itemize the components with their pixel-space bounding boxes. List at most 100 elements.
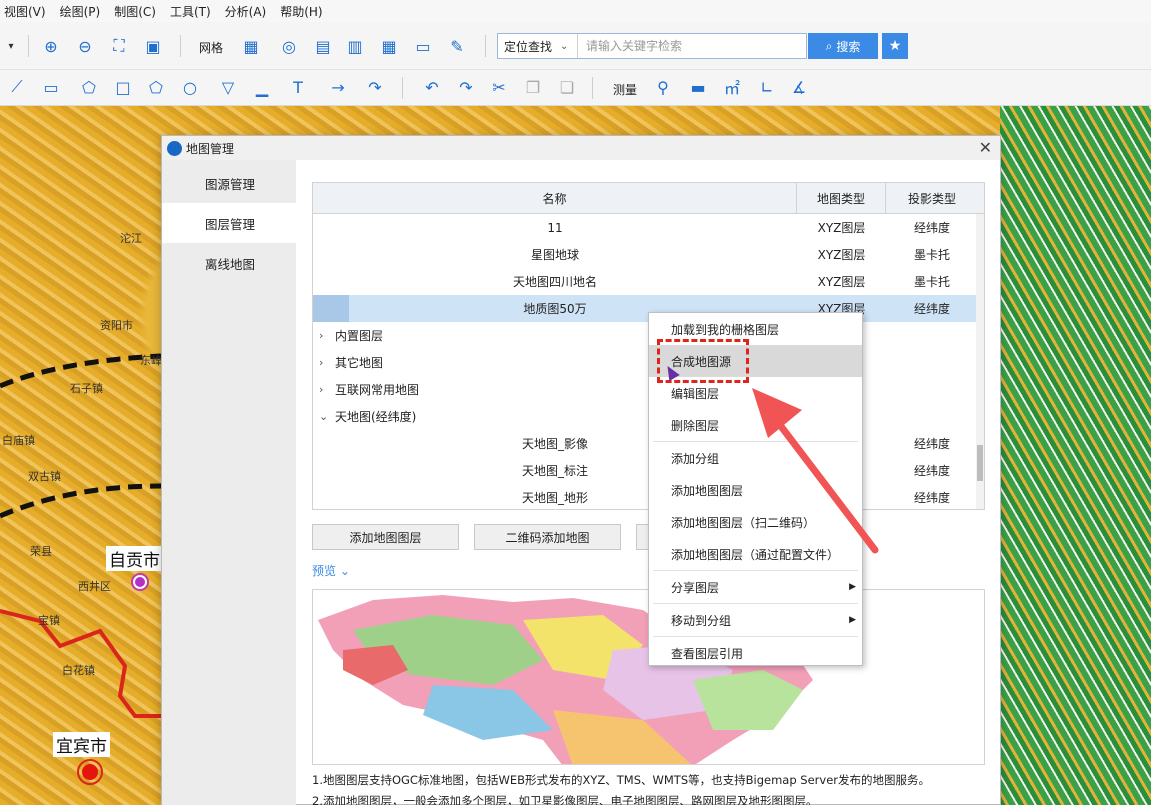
- app-logo-icon: [167, 141, 182, 156]
- search-input[interactable]: [578, 34, 806, 58]
- menu-item-view-references[interactable]: 查看图层引用: [649, 637, 862, 669]
- full-extent-icon[interactable]: ▣: [142, 35, 164, 57]
- main-toolbar: ▾ ⊕ ⊖ ⛶ ▣ 网格 ▦ ◎ ▤ ▥ ▦ ▭ ✎ 定位查找 ⌄ ⌕ 搜索 ★: [0, 22, 1151, 70]
- map-label: 沱江: [120, 232, 142, 245]
- menu-item-share-layer[interactable]: 分享图层 ▶: [649, 571, 862, 603]
- sidebar-item-source[interactable]: 图源管理: [162, 163, 296, 203]
- undo-icon[interactable]: ↶: [421, 76, 443, 98]
- fit-extent-icon[interactable]: ⛶: [108, 35, 130, 57]
- search-bar: 定位查找 ⌄: [497, 33, 807, 59]
- bearing-icon[interactable]: ∡: [788, 76, 810, 98]
- area-icon[interactable]: ㎡: [721, 76, 743, 98]
- menu-tools[interactable]: 工具(T): [170, 3, 211, 20]
- pentagon-icon[interactable]: ⬠: [145, 76, 167, 98]
- menu-cartography[interactable]: 制图(C): [114, 3, 156, 20]
- group-label: 其它地图: [335, 356, 384, 370]
- dialog-sidebar: 图源管理 图层管理 离线地图: [162, 160, 296, 805]
- map-label: 双古镇: [28, 470, 61, 483]
- sidebar-item-offline[interactable]: 离线地图: [162, 243, 296, 283]
- redo-icon[interactable]: ↷: [455, 76, 477, 98]
- column-header-projection[interactable]: 投影类型: [886, 183, 978, 213]
- dialog-title: 地图管理: [186, 141, 235, 156]
- lonlat-grid-icon[interactable]: ◎: [278, 35, 300, 57]
- menu-analysis[interactable]: 分析(A): [225, 3, 267, 20]
- map-label: 白庙镇: [2, 434, 35, 447]
- table-row[interactable]: 天地图四川地名 XYZ图层 墨卡托: [313, 268, 984, 295]
- cut-icon[interactable]: ✂: [488, 76, 510, 98]
- polyline-icon[interactable]: ⟋: [6, 76, 28, 98]
- cell-projection: 经纬度: [913, 302, 950, 316]
- triangle-icon[interactable]: ▽: [217, 76, 239, 98]
- preview-toggle[interactable]: 预览 ⌄: [312, 562, 350, 579]
- scrollbar-thumb[interactable]: [977, 445, 983, 481]
- zoom-in-icon[interactable]: ⊕: [40, 35, 62, 57]
- paste-icon[interactable]: ❏: [556, 76, 578, 98]
- map-label: 宝镇: [38, 614, 60, 627]
- dialog-titlebar[interactable]: 地图管理 ✕: [162, 136, 1000, 160]
- cell-type: XYZ图层: [817, 248, 866, 262]
- table-row[interactable]: 星图地球 XYZ图层 墨卡托: [313, 241, 984, 268]
- square-icon[interactable]: □: [112, 76, 134, 98]
- map-overlay: [0, 353, 161, 785]
- chevron-down-icon[interactable]: ▾: [0, 35, 22, 57]
- search-scope-select[interactable]: 定位查找 ⌄: [498, 34, 578, 58]
- grid-label[interactable]: 网格: [199, 39, 223, 56]
- cell-projection: 经纬度: [913, 464, 950, 478]
- utm-grid-icon[interactable]: ▥: [344, 35, 366, 57]
- location-pin-icon[interactable]: ⚲: [652, 76, 674, 98]
- mgrs-grid-icon[interactable]: ▦: [378, 35, 400, 57]
- km-grid-icon[interactable]: ▤: [312, 35, 334, 57]
- search-button-label: 搜索: [836, 39, 861, 54]
- search-button[interactable]: ⌕ 搜索: [808, 33, 878, 59]
- map-label: 东峰: [140, 354, 162, 367]
- favorite-button[interactable]: ★: [882, 33, 908, 59]
- add-map-layer-button[interactable]: 添加地图图层: [312, 524, 459, 550]
- draw-toolbar: ⟋ ▭ ⬠ □ ⬠ ○ ▽ ▁ T → ↷ ↶ ↷ ✂ ❐ ❏ 测量 ⚲ ▬ ㎡…: [0, 70, 1151, 106]
- menu-view[interactable]: 视图(V): [4, 3, 46, 20]
- chevron-down-icon: ⌄: [560, 40, 569, 52]
- cell-projection: 经纬度: [913, 437, 950, 451]
- group-label: 内置图层: [335, 329, 384, 343]
- brush-icon[interactable]: ✎: [446, 35, 468, 57]
- text-icon[interactable]: T: [287, 76, 309, 98]
- image-icon[interactable]: ▭: [412, 35, 434, 57]
- preview-label: 预览: [312, 564, 337, 578]
- annotation-arrow: [752, 388, 879, 554]
- table-row[interactable]: 11 XYZ图层 经纬度: [313, 214, 984, 241]
- row-indicator: [313, 295, 349, 322]
- grid-icon[interactable]: ▦: [240, 35, 262, 57]
- line-style-icon[interactable]: ▁: [251, 76, 273, 98]
- chevron-right-icon[interactable]: ›: [319, 383, 335, 396]
- angle-icon[interactable]: ∟: [756, 76, 778, 98]
- arrow-icon[interactable]: →: [327, 76, 349, 98]
- map-label: 石子镇: [70, 382, 103, 395]
- copy-icon[interactable]: ❐: [522, 76, 544, 98]
- map-label: 西井区: [78, 580, 111, 593]
- menu-help[interactable]: 帮助(H): [280, 3, 322, 20]
- cell-type: XYZ图层: [817, 275, 866, 289]
- menu-item-move-to-group[interactable]: 移动到分组 ▶: [649, 604, 862, 636]
- cell-name: 11: [547, 220, 563, 235]
- close-icon[interactable]: ✕: [979, 138, 992, 157]
- distance-icon[interactable]: ▬: [687, 76, 709, 98]
- rectangle-icon[interactable]: ▭: [40, 76, 62, 98]
- chevron-right-icon[interactable]: ›: [319, 329, 335, 342]
- circle-icon[interactable]: ○: [179, 76, 201, 98]
- sidebar-item-layers[interactable]: 图层管理: [162, 203, 296, 243]
- menu-draw[interactable]: 绘图(P): [60, 3, 101, 20]
- chevron-down-icon[interactable]: ⌄: [319, 410, 335, 423]
- toolbar-divider: [485, 35, 486, 57]
- menu-bar: 视图(V) 绘图(P) 制图(C) 工具(T) 分析(A) 帮助(H): [0, 0, 1151, 22]
- zoom-out-icon[interactable]: ⊖: [74, 35, 96, 57]
- map-canvas-east[interactable]: [1000, 106, 1151, 805]
- map-label: 资阳市: [100, 319, 133, 332]
- submenu-arrow-icon: ▶: [849, 582, 856, 592]
- curve-arrow-icon[interactable]: ↷: [364, 76, 386, 98]
- chevron-right-icon[interactable]: ›: [319, 356, 335, 369]
- column-header-name[interactable]: 名称: [313, 183, 797, 213]
- measure-label[interactable]: 测量: [613, 81, 637, 98]
- city-label-zigong: 自贡市: [106, 546, 163, 571]
- polygon-tool-icon[interactable]: ⬠: [78, 76, 100, 98]
- column-header-type[interactable]: 地图类型: [797, 183, 886, 213]
- qr-add-map-button[interactable]: 二维码添加地图: [474, 524, 621, 550]
